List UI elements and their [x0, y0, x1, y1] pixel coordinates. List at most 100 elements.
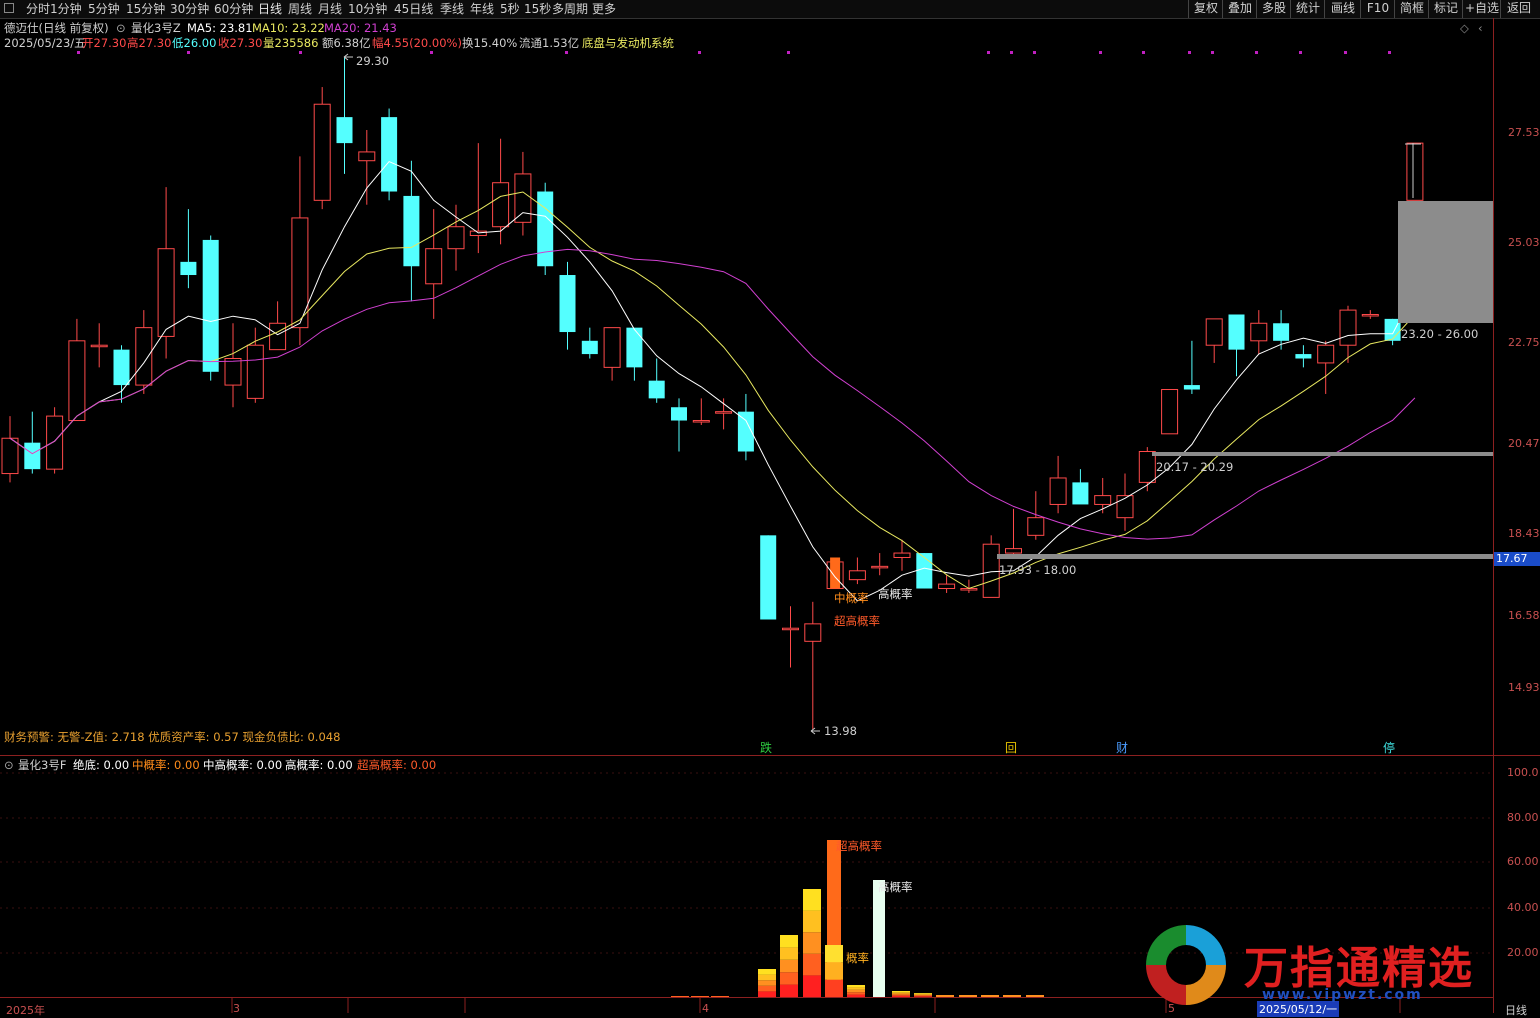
ma5-line [9, 160, 1416, 602]
sub-bar [847, 989, 865, 993]
candle-body [848, 570, 866, 581]
sub-bar [780, 959, 798, 973]
sub-bar [758, 980, 776, 986]
sub-tick-0: 100.0 [1507, 766, 1539, 779]
candle-body [1049, 477, 1067, 505]
sub-midhigh: 中高概率: 0.00 [203, 758, 283, 772]
candle-body [692, 420, 710, 423]
sub-bar [914, 994, 932, 996]
sub-bar [825, 962, 843, 980]
candle-body [1094, 495, 1112, 505]
sub-high-label: 高概率 [878, 880, 913, 894]
sub-bar [780, 984, 798, 997]
sub-bar [892, 995, 910, 997]
sub-bar [1026, 995, 1044, 997]
candle-body [135, 327, 153, 386]
candle-body [224, 358, 242, 386]
zone-low-label: 17.93 - 18.00 [999, 563, 1077, 577]
sub-mid-label: 概率 [846, 951, 869, 965]
candle-body [90, 344, 108, 348]
finance-warning: 财务预警: 无警-Z值: 2.718 优质资产率: 0.57 现金负债比: 0.… [4, 730, 341, 744]
candle-body [671, 407, 687, 421]
candle-body [1138, 451, 1156, 483]
sub-bar [803, 975, 821, 997]
candle-body [1339, 309, 1357, 346]
sub-bar [892, 991, 910, 993]
candlestick-chart [0, 18, 1540, 1013]
sub-mid: 中概率: 0.00 [132, 758, 200, 772]
candle-body [1072, 482, 1089, 505]
sub-bar [825, 979, 843, 997]
sub-bar [691, 996, 709, 997]
sub-bar [758, 985, 776, 992]
sub-super-label: 超高概率 [836, 839, 882, 853]
candle-body [180, 261, 197, 276]
candle-body [68, 340, 86, 422]
candle-body [581, 340, 598, 355]
event-marker-2[interactable]: 财 [1116, 739, 1128, 756]
candle-body [782, 627, 799, 631]
candle-body [626, 327, 643, 368]
event-marker-1[interactable]: 回 [1005, 739, 1017, 756]
sub-bar-high [873, 880, 885, 997]
target-zone-box [1398, 201, 1493, 323]
sub-bar [780, 972, 798, 985]
candle-body [1183, 385, 1200, 390]
candle-body [559, 275, 576, 333]
sub-tick-1: 80.00 [1507, 811, 1539, 824]
candle-body [157, 248, 175, 337]
ma10-line [9, 191, 1416, 590]
candle-body [537, 191, 554, 267]
sub-tick-3: 40.00 [1507, 901, 1539, 914]
candle-body [804, 623, 822, 642]
zone-top-label: 23.20 - 26.00 [1401, 327, 1479, 341]
candle-body [871, 565, 889, 569]
candle-body [313, 103, 331, 201]
candle-body [916, 553, 933, 589]
sub-base: 绝底: 0.00 [73, 758, 130, 772]
sub-bar [981, 995, 999, 997]
candle-body [760, 535, 777, 620]
sub-indicator-name[interactable]: 量化3号F [18, 758, 66, 772]
sub-high: 高概率: 0.00 [285, 758, 353, 772]
event-marker-3[interactable]: 停 [1383, 739, 1395, 756]
sub-bar [803, 953, 821, 976]
sub-collapse-icon[interactable]: ⊙ [4, 758, 14, 772]
sub-bar [803, 910, 821, 933]
sub-bar [914, 993, 932, 994]
axis-m4: 4 [702, 1002, 709, 1015]
candle-body [336, 117, 353, 144]
candle-body [492, 182, 510, 228]
candle-body [1161, 389, 1179, 435]
sub-bar [892, 993, 910, 995]
sub-bar [892, 994, 910, 996]
candle-body [113, 349, 130, 386]
sub-bar [847, 992, 865, 995]
candle-body [1273, 323, 1290, 341]
sub-bar [825, 945, 843, 963]
candle-body [1116, 495, 1134, 519]
period-label: 日线 [1505, 1004, 1527, 1017]
candle-body [1205, 318, 1223, 346]
sub-bar [847, 994, 865, 997]
sub-bar [803, 889, 821, 911]
cursor-date: 2025/05/12/一 [1257, 1001, 1340, 1017]
sub-bar [1003, 995, 1021, 997]
sub-tick-4: 20.00 [1507, 946, 1539, 959]
sub-bar [914, 993, 932, 995]
candle-body [202, 239, 219, 372]
candle-body [24, 442, 41, 470]
super-prob-label: 超高概率 [834, 614, 880, 628]
sub-bar [959, 995, 977, 997]
candle-body [1, 437, 19, 475]
high-arrow [343, 53, 353, 61]
zone-low-bar [997, 554, 1493, 559]
axis-m5: 5 [1168, 1002, 1175, 1015]
candle-body [1317, 344, 1335, 364]
candle-body [1295, 354, 1312, 359]
candle-body [1228, 314, 1245, 350]
event-marker-0[interactable]: 跌 [760, 739, 772, 756]
candle-body [982, 543, 1000, 598]
candle-body [715, 411, 733, 414]
candle-body [1406, 142, 1424, 201]
